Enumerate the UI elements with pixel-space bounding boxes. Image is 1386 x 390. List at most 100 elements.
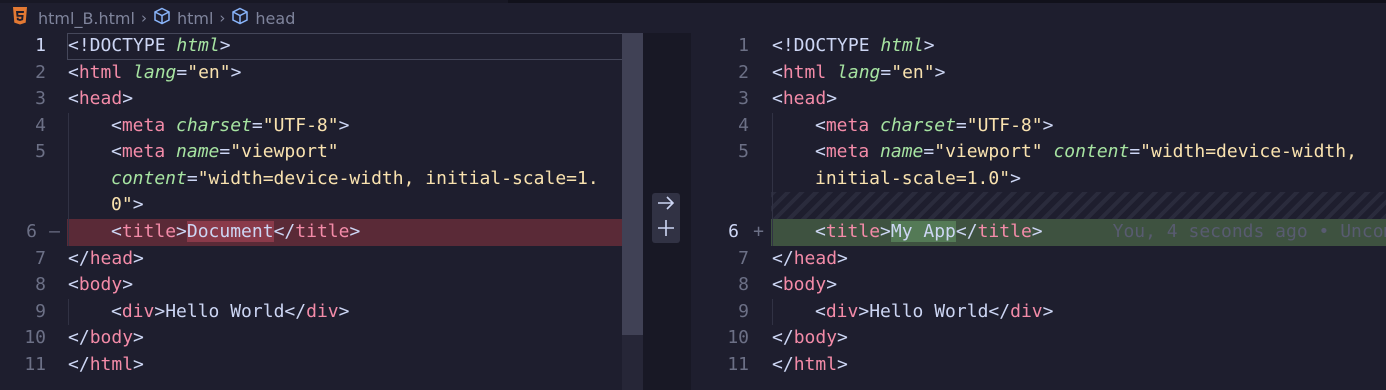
diff-modified-pane[interactable]: 1 2 3 4 5 6 + 7 8 9 10 11 <!DOCTYPE html… xyxy=(691,33,1386,390)
tag-name: head xyxy=(78,88,123,109)
line-number: 5 xyxy=(35,141,46,162)
attr-value: "width=device-width, xyxy=(1140,141,1357,162)
code-line-5: <meta name="viewport" xyxy=(111,141,339,162)
diff-filler-hatch xyxy=(771,192,1386,219)
line-number: 10 xyxy=(727,327,749,348)
code-line-2: <html lang="en"> xyxy=(772,61,946,83)
line-number: 7 xyxy=(35,247,46,269)
code-line-3: <head> xyxy=(68,88,134,109)
line-number: 8 xyxy=(35,274,46,295)
line-number: 11 xyxy=(24,353,46,375)
tag-name: html xyxy=(782,61,827,83)
attr-value: "UTF-8" xyxy=(966,114,1043,136)
tag-name: div xyxy=(121,300,155,322)
attr-value: "width=device-width, initial-scale=1. xyxy=(197,167,599,189)
code-line-6-deleted: <title>Document</title> xyxy=(111,221,361,242)
tag-name: title xyxy=(825,221,881,242)
code-line-8: <body> xyxy=(772,274,838,295)
scrollbar-thumb[interactable] xyxy=(622,33,643,335)
line-number: 7 xyxy=(738,247,749,269)
code-line-1: <!DOCTYPE html> xyxy=(68,33,231,60)
deleted-text: Document xyxy=(186,221,274,242)
code-line-1: <!DOCTYPE html> xyxy=(772,33,935,60)
breadcrumb-head[interactable]: head xyxy=(231,7,295,29)
chevron-right-icon: › xyxy=(140,9,147,27)
git-blame-annotation: You, 4 seconds ago • Uncom xyxy=(1112,221,1386,242)
tag-name: div xyxy=(1010,300,1043,322)
tag-name: div xyxy=(825,300,859,322)
attr-value: "viewport" xyxy=(934,141,1043,162)
line-number: 4 xyxy=(738,114,749,136)
code-line-5-wrap: content="width=device-width, initial-sca… xyxy=(111,167,599,189)
code-line-7: </head> xyxy=(68,247,144,269)
code-line-9: <div>Hello World</div> xyxy=(111,300,350,322)
breadcrumb-html-label: html xyxy=(176,8,214,28)
attr-name: lang xyxy=(837,61,881,83)
code-line-6-added: <title>My App</title> You, 4 seconds ago … xyxy=(815,219,1386,246)
tag-name: body xyxy=(89,327,134,348)
diff-original-pane[interactable]: 1 2 3 4 5 6 — 7 8 9 10 11 <!DOCTYPE html… xyxy=(0,33,643,390)
code-line-5-wrap: initial-scale=1.0"> xyxy=(815,167,1021,189)
indent-guide xyxy=(68,299,69,325)
chevron-right-icon: › xyxy=(219,9,226,27)
equals: = xyxy=(176,61,188,83)
line-number: 1 xyxy=(738,35,749,56)
doctype-close: > xyxy=(923,35,935,56)
indent-guide xyxy=(68,113,69,246)
line-number: 9 xyxy=(738,300,749,322)
html5-file-icon xyxy=(12,7,28,29)
tag-name: meta xyxy=(825,141,870,162)
line-number: 2 xyxy=(738,61,749,83)
tag-name: html xyxy=(78,61,123,83)
attr-name: lang xyxy=(133,61,177,83)
attr-name: name xyxy=(880,141,924,162)
tag-name: head xyxy=(89,247,134,269)
breadcrumb-head-label: head xyxy=(255,8,296,28)
tag-name: title xyxy=(121,221,177,242)
attr-value: "en" xyxy=(187,61,231,83)
attr-value: "UTF-8" xyxy=(262,114,339,136)
attr-name: content xyxy=(111,167,187,189)
tag-name: meta xyxy=(121,141,166,162)
attr-value: "en" xyxy=(891,61,935,83)
breadcrumb-file[interactable]: html_B.html xyxy=(38,9,135,28)
deleted-marker: — xyxy=(49,221,60,242)
tag-name: div xyxy=(306,300,339,322)
line-number: 5 xyxy=(738,141,749,162)
line-number: 4 xyxy=(35,114,46,136)
plus-icon[interactable] xyxy=(656,219,676,241)
indent-guide xyxy=(772,113,773,246)
breadcrumb: html_B.html › html › head xyxy=(0,3,700,33)
tag-name: html xyxy=(793,353,838,375)
breadcrumb-html[interactable]: html xyxy=(153,7,213,29)
text-content: Hello World xyxy=(165,300,285,322)
doctype-open: <!DOCTYPE xyxy=(772,35,881,56)
tag-name: head xyxy=(793,247,838,269)
code-line-5-wrap2: 0"> xyxy=(111,194,144,215)
diff-actions xyxy=(652,193,680,243)
code-line-10: </body> xyxy=(68,327,144,348)
attr-name: name xyxy=(176,141,220,162)
text-content: Hello World xyxy=(869,300,989,322)
tag-name: body xyxy=(78,274,123,295)
attr-value: 0" xyxy=(111,194,133,215)
attr-name: charset xyxy=(176,114,252,136)
code-line-9: <div>Hello World</div> xyxy=(815,300,1054,322)
code-line-8: <body> xyxy=(68,274,134,295)
code-line-11: </html> xyxy=(772,353,848,375)
tag-name: title xyxy=(295,221,350,242)
line-number: 3 xyxy=(738,88,749,109)
code-line-4: <meta charset="UTF-8"> xyxy=(815,114,1054,136)
doctype-close: > xyxy=(219,35,231,56)
attr-name: charset xyxy=(880,114,956,136)
line-number: 10 xyxy=(24,327,46,348)
tag-name: body xyxy=(793,327,838,348)
added-text: My App xyxy=(890,221,956,242)
line-number: 1 xyxy=(35,35,46,56)
doctype-value: html xyxy=(176,35,220,56)
doctype-value: html xyxy=(880,35,924,56)
line-number: 2 xyxy=(35,61,46,83)
tag-name: body xyxy=(782,274,827,295)
element-cube-icon xyxy=(231,7,249,29)
arrow-right-icon[interactable] xyxy=(656,195,676,215)
